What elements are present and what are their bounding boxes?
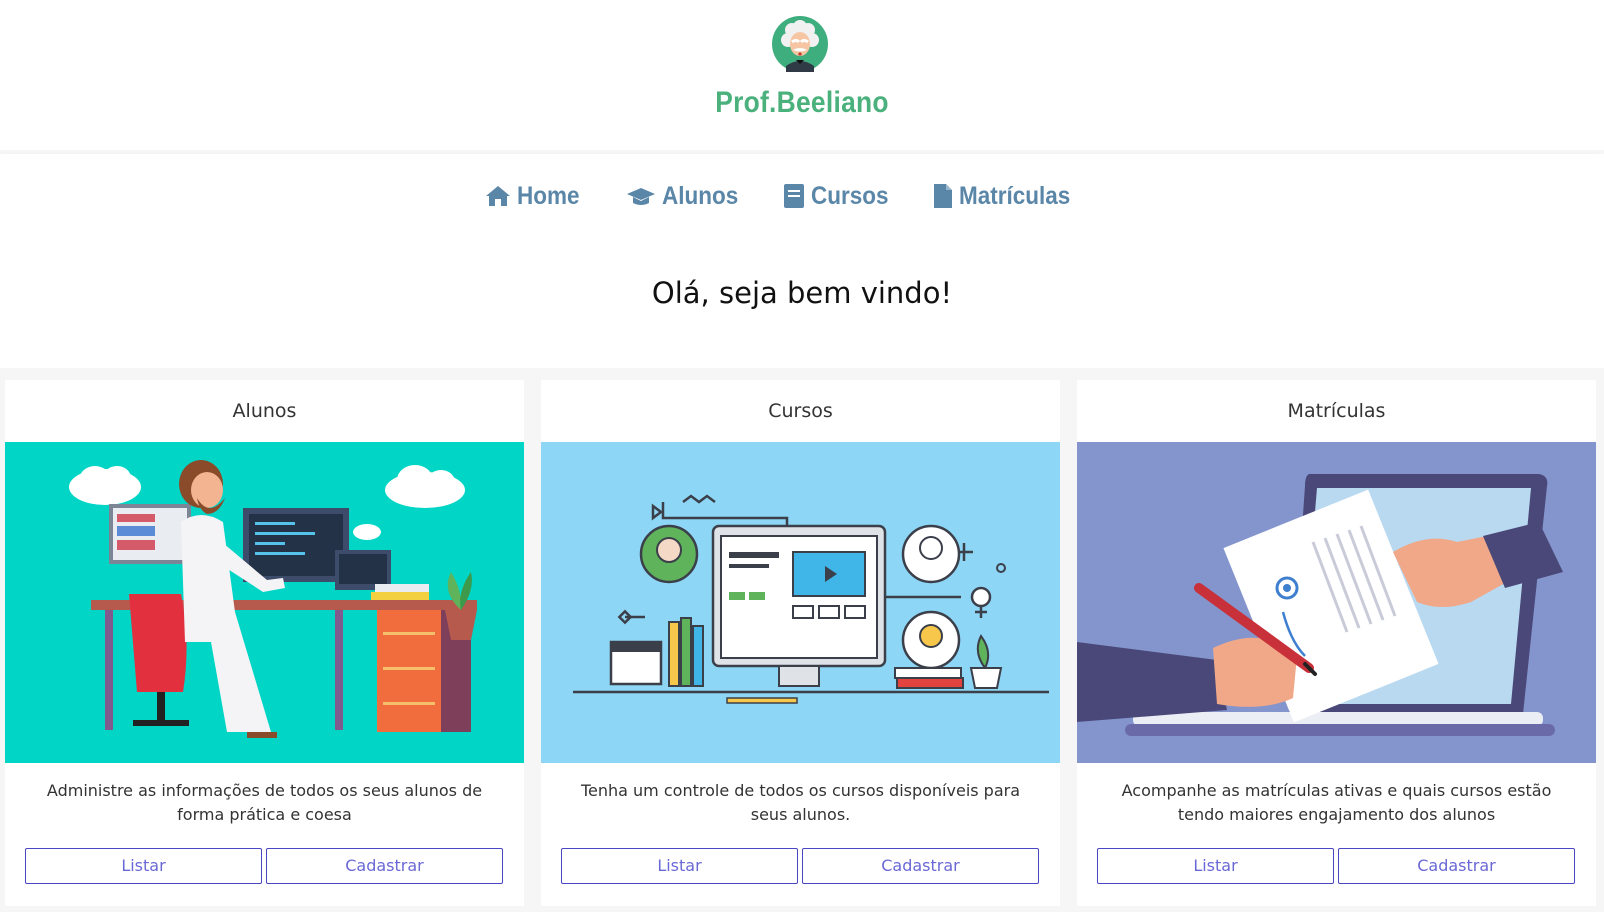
online-courses-illustration [541, 442, 1060, 763]
book-icon [784, 184, 804, 208]
nav-home-label: Home [517, 181, 580, 210]
card-title: Matrículas [1287, 400, 1386, 422]
main-navigation: Home Alunos Cursos Matrículas [0, 154, 1604, 238]
list-button[interactable]: Listar [1097, 848, 1334, 884]
create-button[interactable]: Cadastrar [802, 848, 1039, 884]
brand-name[interactable]: Prof.Beeliano [96, 86, 1508, 120]
nav-cursos[interactable]: Cursos [783, 178, 897, 214]
list-button[interactable]: Listar [561, 848, 798, 884]
card-actions: Listar Cadastrar [1097, 848, 1576, 884]
nav-matriculas[interactable]: Matrículas [933, 178, 1083, 214]
card-actions: Listar Cadastrar [561, 848, 1040, 884]
list-button[interactable]: Listar [25, 848, 262, 884]
card-description: Tenha um controle de todos os cursos dis… [580, 781, 1021, 824]
nav-home[interactable]: Home [485, 178, 586, 214]
nav-alunos-label: Alunos [662, 181, 739, 210]
create-button[interactable]: Cadastrar [266, 848, 503, 884]
home-icon [486, 186, 510, 206]
nav-matriculas-label: Matrículas [959, 181, 1071, 210]
card-alunos: Alunos Administre as informações de todo… [5, 380, 524, 906]
enrollment-signature-illustration [1077, 442, 1596, 763]
card-title: Cursos [768, 400, 833, 422]
card-actions: Listar Cadastrar [25, 848, 504, 884]
welcome-heading: Olá, seja bem vindo! [651, 276, 953, 310]
graduation-cap-icon [627, 188, 655, 205]
create-button[interactable]: Cadastrar [1338, 848, 1575, 884]
nav-alunos[interactable]: Alunos [626, 178, 747, 214]
student-programmer-illustration [5, 442, 524, 763]
card-cursos: Cursos Tenha um controle de todos os cur… [541, 380, 1060, 906]
card-title: Alunos [232, 400, 297, 422]
brand-header: Prof.Beeliano [0, 0, 1604, 150]
card-matriculas: Matrículas Acompanhe as matrículas ativa… [1077, 380, 1596, 906]
card-description: Administre as informações de todos os se… [46, 781, 483, 824]
nav-cursos-label: Cursos [811, 181, 889, 210]
file-icon [934, 184, 952, 208]
professor-avatar-icon[interactable] [772, 16, 828, 72]
card-description: Acompanhe as matrículas ativas e quais c… [1121, 781, 1552, 824]
